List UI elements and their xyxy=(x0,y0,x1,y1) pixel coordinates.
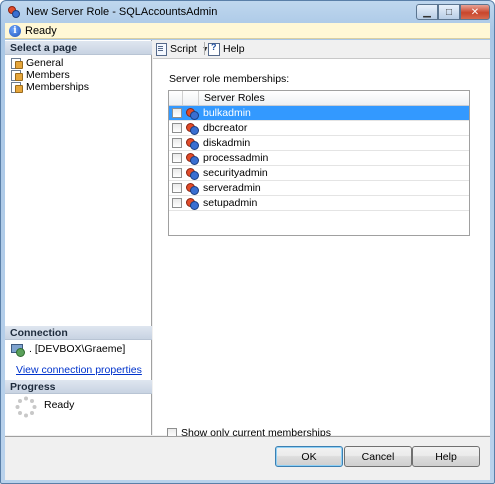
role-name: securityadmin xyxy=(203,167,268,179)
server-roles-column-header[interactable]: Server Roles xyxy=(199,91,469,105)
role-row-setupadmin[interactable]: setupadmin xyxy=(169,196,469,211)
server-role-icon xyxy=(186,167,199,180)
role-row-dbcreator[interactable]: dbcreator xyxy=(169,121,469,136)
page-icon xyxy=(11,81,23,93)
role-name: serveradmin xyxy=(203,182,261,194)
connection-header: Connection xyxy=(5,326,152,340)
role-name: bulkadmin xyxy=(203,107,251,119)
title-bar[interactable]: New Server Role - SQLAccountsAdmin ▁ □ ✕ xyxy=(1,1,494,23)
role-checkbox[interactable] xyxy=(172,198,182,208)
section-label: Server role memberships: xyxy=(169,73,290,85)
grid-header: Server Roles xyxy=(169,91,469,106)
page-item-memberships[interactable]: Memberships xyxy=(11,80,89,93)
server-role-icon xyxy=(186,122,199,135)
role-checkbox[interactable] xyxy=(172,183,182,193)
role-row-securityadmin[interactable]: securityadmin xyxy=(169,166,469,181)
left-pane: Select a page General Members Membership… xyxy=(5,40,152,435)
server-roles-grid: Server Roles bulkadmin dbcreator diskadm… xyxy=(168,90,470,236)
server-role-icon xyxy=(186,197,199,210)
role-row-bulkadmin[interactable]: bulkadmin xyxy=(169,106,469,121)
toolbar-help-button[interactable]: Help xyxy=(208,42,245,56)
minimize-button[interactable]: ▁ xyxy=(416,4,438,20)
minimize-icon: ▁ xyxy=(423,6,431,18)
role-row-diskadmin[interactable]: diskadmin xyxy=(169,136,469,151)
cancel-button[interactable]: Cancel xyxy=(344,446,412,467)
role-checkbox[interactable] xyxy=(172,108,182,118)
connection-server: . [DEVBOX\Graeme] xyxy=(11,343,126,357)
role-checkbox[interactable] xyxy=(172,123,182,133)
maximize-button[interactable]: □ xyxy=(438,4,460,20)
info-icon: i xyxy=(9,25,21,37)
progress-spinner-icon xyxy=(15,396,37,418)
role-row-serveradmin[interactable]: serveradmin xyxy=(169,181,469,196)
toolbar: Script ▼ Help xyxy=(153,40,490,57)
server-role-icon xyxy=(8,6,20,18)
page-icon xyxy=(11,57,23,69)
dialog-footer: OK Cancel Help xyxy=(5,436,490,480)
script-label: Script xyxy=(170,43,197,55)
role-checkbox[interactable] xyxy=(172,168,182,178)
server-role-icon xyxy=(186,107,199,120)
page-item-label: Members xyxy=(26,68,70,81)
page-item-label: Memberships xyxy=(26,80,90,93)
script-icon xyxy=(155,43,167,56)
maximize-icon: □ xyxy=(445,6,453,18)
close-icon: ✕ xyxy=(470,6,480,18)
role-name: setupadmin xyxy=(203,197,258,209)
help-label: Help xyxy=(223,43,245,55)
dialog-window: New Server Role - SQLAccountsAdmin ▁ □ ✕… xyxy=(0,0,495,484)
view-connection-properties-link[interactable]: View connection properties xyxy=(16,364,142,376)
status-bar: i Ready xyxy=(5,23,490,39)
page-item-label: General xyxy=(26,56,64,69)
server-role-icon xyxy=(186,182,199,195)
role-checkbox[interactable] xyxy=(172,153,182,163)
progress-status: Ready xyxy=(44,399,75,411)
toolbar-separator xyxy=(204,42,205,55)
role-name: diskadmin xyxy=(203,137,251,149)
status-text: Ready xyxy=(25,25,57,37)
script-button[interactable]: Script ▼ xyxy=(155,42,209,56)
progress-header: Progress xyxy=(5,380,152,394)
ok-button[interactable]: OK xyxy=(275,446,343,467)
role-name: dbcreator xyxy=(203,122,248,134)
close-button[interactable]: ✕ xyxy=(460,4,490,20)
connection-server-label: . [DEVBOX\Graeme] xyxy=(29,343,126,355)
server-connection-icon xyxy=(11,343,25,357)
window-title: New Server Role - SQLAccountsAdmin xyxy=(26,6,218,18)
help-icon xyxy=(208,42,220,56)
role-checkbox[interactable] xyxy=(172,138,182,148)
dialog-client-area: Select a page General Members Membership… xyxy=(5,40,490,480)
checkbox-column-header xyxy=(169,91,183,105)
role-row-processadmin[interactable]: processadmin xyxy=(169,151,469,166)
server-role-icon xyxy=(186,137,199,150)
icon-column-header xyxy=(183,91,199,105)
role-name: processadmin xyxy=(203,152,269,164)
server-role-icon xyxy=(186,152,199,165)
page-icon xyxy=(11,69,23,81)
select-page-header: Select a page xyxy=(5,41,152,55)
help-button[interactable]: Help xyxy=(412,446,480,467)
memberships-panel: Server role memberships: Server Roles bu… xyxy=(153,58,490,439)
